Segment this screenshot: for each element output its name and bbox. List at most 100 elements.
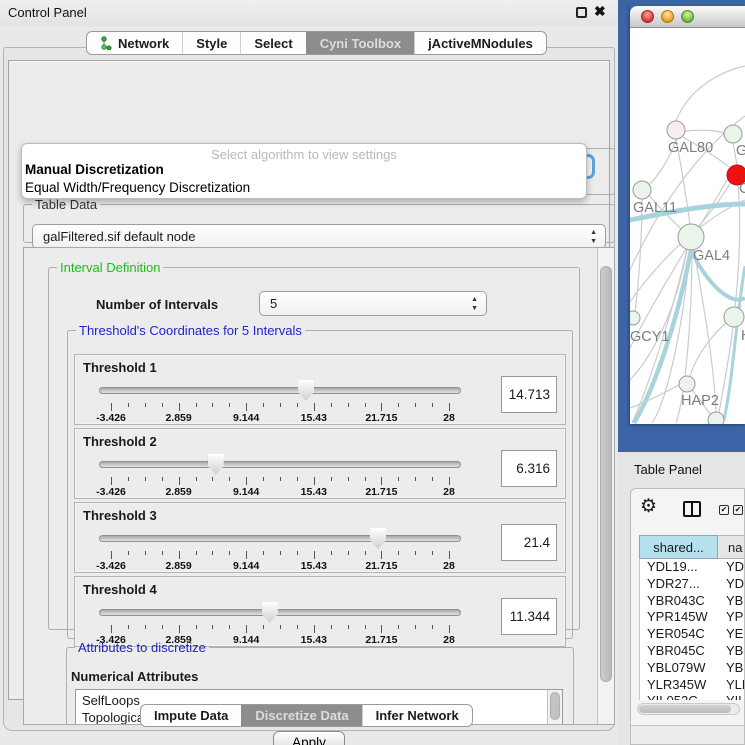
network-edge[interactable] [630, 385, 679, 408]
tab-style[interactable]: Style [182, 32, 240, 54]
combobox-spinner-icon[interactable]: ▲▼ [471, 295, 478, 313]
network-edge[interactable] [676, 66, 745, 121]
threshold-coordinates-group-label: Threshold's Coordinates for 5 Intervals [76, 323, 305, 338]
slider-handle[interactable] [298, 380, 314, 401]
slider-tick-label: -3.426 [96, 412, 126, 424]
table-data-group: Table Data galFiltered.sif default node … [23, 197, 615, 243]
table-cell: YLR345W [640, 677, 719, 694]
threshold-slider[interactable]: -3.4262.8599.14415.4321.71528 [99, 601, 461, 645]
table-row[interactable]: YBL079WYBL0 [640, 660, 745, 677]
network-node-ga[interactable] [724, 125, 742, 143]
zoom-traffic-light-icon[interactable] [681, 10, 694, 23]
settings-vertical-scrollbar[interactable] [597, 248, 614, 724]
algorithm-dropdown-popup: Select algorithm to view settings Manual… [21, 143, 587, 199]
algorithm-option-equal-width-frequency[interactable]: Equal Width/Frequency Discretization [22, 179, 586, 197]
network-node-h[interactable] [724, 307, 744, 327]
tab-label: Infer Network [376, 708, 459, 723]
table-row[interactable]: YBR045CYBR0 [640, 643, 745, 660]
table-cell: YBL079W [640, 660, 719, 677]
threshold-label: Threshold 4 [83, 582, 157, 597]
tab-label: jActiveMNodules [428, 36, 533, 51]
tab-cyni-toolbox[interactable]: Cyni Toolbox [306, 32, 414, 54]
table-row[interactable]: YPR145WYPR1 [640, 609, 745, 626]
tab-jactivemnodules[interactable]: jActiveMNodules [414, 32, 546, 54]
slider-ticks [111, 403, 449, 411]
network-graph[interactable]: GAL80GACGAL11GAL4GCY1HHAP2 [630, 28, 745, 424]
bottom-tab-bar: Impute Data Discretize Data Infer Network [140, 704, 473, 727]
table-data-combobox[interactable]: galFiltered.sif default node ▲▼ [32, 224, 606, 249]
network-node-hap2[interactable] [679, 376, 695, 392]
slider-handle[interactable] [262, 602, 278, 623]
table-cell: YDR27... [640, 576, 719, 593]
minimize-traffic-light-icon[interactable] [661, 10, 674, 23]
table-cell: YLR3 [719, 677, 745, 694]
scrollbar-thumb[interactable] [639, 705, 731, 713]
tab-impute-data[interactable]: Impute Data [141, 705, 241, 726]
network-node-gcy1[interactable] [630, 311, 640, 325]
attributes-list-scrollbar[interactable] [547, 690, 562, 725]
apply-row: Apply [9, 731, 609, 745]
tab-network[interactable]: Network [87, 32, 182, 54]
table-row[interactable]: YDL19...YDL1 [640, 559, 745, 576]
threshold-value-field[interactable]: 14.713 [501, 376, 557, 413]
tab-infer-network[interactable]: Infer Network [362, 705, 472, 726]
tab-discretize-data[interactable]: Discretize Data [241, 705, 361, 726]
network-canvas[interactable]: GAL80GACGAL11GAL4GCY1HHAP2 [630, 28, 745, 424]
algorithm-dropdown-header: Select algorithm to view settings [22, 144, 586, 161]
apply-button[interactable]: Apply [273, 731, 345, 745]
slider-tick-label: 15.43 [301, 560, 327, 572]
tab-select[interactable]: Select [240, 32, 305, 54]
column-header-1[interactable]: shared... [639, 535, 718, 559]
network-node[interactable] [708, 412, 724, 424]
column-header-2[interactable]: na [718, 535, 745, 559]
network-node-gal11[interactable] [633, 181, 651, 199]
threshold-value-field[interactable]: 21.4 [501, 524, 557, 561]
algorithm-option-manual-discretization[interactable]: Manual Discretization [22, 161, 586, 179]
settings-gear-icon[interactable]: ⚙ [640, 495, 657, 518]
threshold-label: Threshold 3 [83, 508, 157, 523]
table-header-row: shared...na [639, 535, 745, 559]
slider-tick-label: 21.715 [365, 560, 397, 572]
network-edge[interactable] [685, 130, 724, 133]
close-icon[interactable]: ✖ [594, 3, 606, 20]
tab-label: Impute Data [154, 708, 228, 723]
slider-tick-label: -3.426 [96, 486, 126, 498]
tab-label: Select [254, 36, 292, 51]
threshold-value-field[interactable]: 6.316 [501, 450, 557, 487]
threshold-value-field[interactable]: 11.344 [501, 598, 557, 635]
threshold-label: Threshold 2 [83, 434, 157, 449]
table-row[interactable]: YDR27...YDR2 [640, 576, 745, 593]
settings-scroll-pane: Interval Definition Number of Intervals … [23, 247, 615, 725]
scrollbar-thumb[interactable] [550, 692, 560, 720]
combobox-spinner-icon[interactable]: ▲▼ [590, 228, 597, 246]
number-of-intervals-value: 5 [270, 296, 277, 311]
network-node-label: HAP2 [681, 393, 719, 409]
threshold-slider[interactable]: -3.4262.8599.14415.4321.71528 [99, 453, 461, 497]
threshold-slider[interactable]: -3.4262.8599.14415.4321.71528 [99, 379, 461, 423]
table-horizontal-scrollbar[interactable] [637, 703, 740, 715]
split-columns-icon[interactable] [683, 501, 701, 517]
table-row[interactable]: YBR043CYBR0 [640, 593, 745, 610]
table-row[interactable]: YIL052CYIL0 [640, 693, 745, 700]
close-traffic-light-icon[interactable] [641, 10, 654, 23]
table-panel-footer [631, 725, 744, 745]
float-window-icon[interactable] [576, 7, 587, 18]
threshold-slider[interactable]: -3.4262.8599.14415.4321.71528 [99, 527, 461, 571]
screenshot-root: Control Panel ✖ NetworkStyleSelectCyni T… [0, 0, 745, 745]
network-node-gal4[interactable] [678, 224, 704, 250]
network-node-gal80[interactable] [667, 121, 685, 139]
slider-tick-label: 9.144 [233, 486, 259, 498]
network-node-label: GAL4 [693, 248, 730, 264]
table-browser: ⚙ ✔ ✔ shared...na YDL19...YDL1YDR27...YD… [630, 488, 745, 745]
table-row[interactable]: YER054CYER0 [640, 626, 745, 643]
table-row[interactable]: YLR345WYLR3 [640, 677, 745, 694]
network-node-label: GA [736, 143, 745, 159]
number-of-intervals-combobox[interactable]: 5 ▲▼ [259, 291, 487, 316]
slider-handle[interactable] [208, 454, 224, 475]
tab-label: Style [196, 36, 227, 51]
scrollbar-thumb[interactable] [600, 266, 612, 682]
table-data-group-label: Table Data [32, 197, 100, 212]
select-columns-checkbox-icon[interactable]: ✔ [733, 505, 743, 515]
select-columns-checkbox-icon[interactable]: ✔ [719, 505, 729, 515]
slider-handle[interactable] [370, 528, 386, 549]
